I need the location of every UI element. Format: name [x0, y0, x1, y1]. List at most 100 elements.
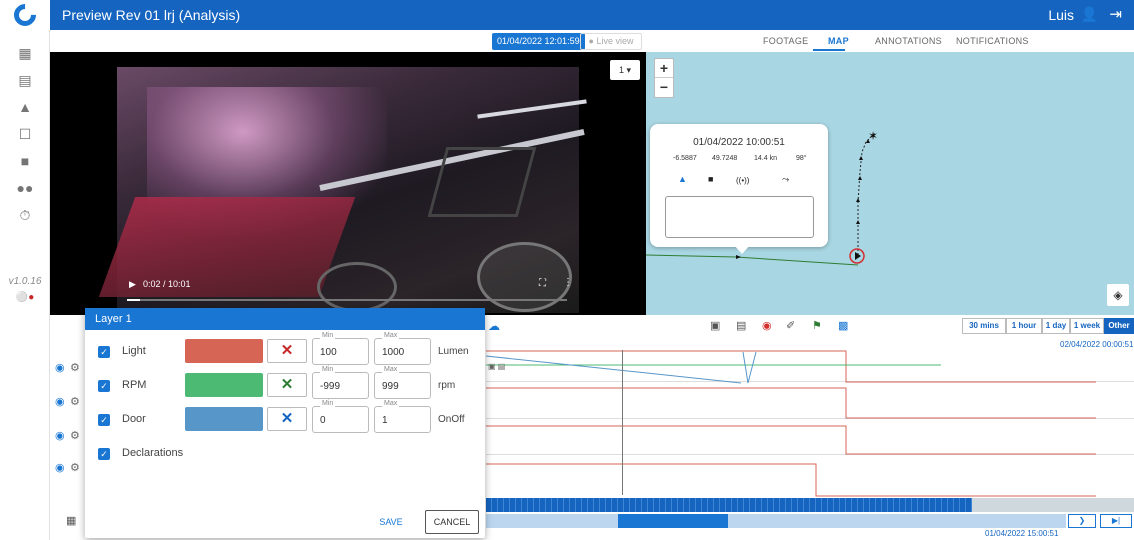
- user-icon[interactable]: 👤: [1081, 6, 1098, 23]
- chat-icon[interactable]: ▤: [0, 72, 50, 89]
- popup-longitude: 49.7248: [712, 155, 738, 162]
- close-icon: ✕: [280, 376, 294, 393]
- users-icon[interactable]: ●●: [0, 180, 50, 196]
- layers-icon[interactable]: ◈: [1107, 284, 1129, 306]
- fullscreen-icon[interactable]: ⛶: [539, 278, 546, 289]
- rpm-max-field[interactable]: Max 999: [374, 366, 431, 399]
- range-30-mins[interactable]: 30 mins: [962, 318, 1006, 334]
- timeline-chart[interactable]: ▣ ▤: [486, 338, 1134, 498]
- gear-icon[interactable]: ⚙: [70, 395, 80, 408]
- bell-icon[interactable]: ▲: [0, 99, 50, 115]
- bell-icon[interactable]: ▲: [678, 174, 687, 184]
- rpm-remove-button[interactable]: ✕: [267, 373, 307, 397]
- gear-icon[interactable]: ⚙: [70, 361, 80, 374]
- close-icon: ✕: [280, 410, 294, 427]
- eye-icon[interactable]: ◉: [55, 361, 65, 374]
- row2-signal: [486, 387, 1096, 419]
- tab-footage[interactable]: FOOTAGE: [763, 36, 808, 46]
- cloud-upload-icon[interactable]: ☁: [488, 319, 500, 333]
- popup-heading: 98°: [796, 155, 807, 162]
- sidebar: ▦ ▤ ▲ ☐ ■ ●● ⏱ v1.0.16 ⚪●: [0, 30, 50, 540]
- clipboard-icon[interactable]: ☐: [0, 126, 50, 143]
- eye-icon[interactable]: ◉: [55, 429, 65, 442]
- door-max-value: 1: [382, 415, 388, 426]
- gear-icon[interactable]: ⚙: [70, 429, 80, 442]
- door-checkbox[interactable]: ✓: [98, 414, 110, 426]
- timeline-scroll-thumb[interactable]: [618, 514, 728, 528]
- datetime-chip[interactable]: 01/04/2022 12:01:59: [492, 33, 585, 50]
- page-title: Preview Rev 01 lrj (Analysis): [62, 7, 241, 23]
- flag-icon[interactable]: ⚑: [812, 319, 822, 332]
- chevron-down-icon: ▾: [623, 65, 632, 75]
- rpm-max-label: Max: [382, 366, 400, 373]
- range-1-week[interactable]: 1 week: [1070, 318, 1104, 334]
- route-arrow: [859, 156, 863, 160]
- zoom-out-button[interactable]: −: [655, 78, 673, 97]
- light-remove-button[interactable]: ✕: [267, 339, 307, 363]
- range-1-hour[interactable]: 1 hour: [1006, 318, 1042, 334]
- pen-icon[interactable]: ✐: [786, 319, 795, 332]
- door-signal: [486, 355, 742, 384]
- door-remove-button[interactable]: ✕: [267, 407, 307, 431]
- close-icon: ✕: [280, 342, 294, 359]
- light-max-field[interactable]: Max 1000: [374, 332, 431, 365]
- declarations-checkbox[interactable]: ✓: [98, 448, 110, 460]
- logout-icon[interactable]: ⇥: [1109, 5, 1122, 23]
- light-max-label: Max: [382, 332, 400, 339]
- video-progress-bar[interactable]: [127, 299, 567, 301]
- tab-annotations[interactable]: ANNOTATIONS: [875, 36, 942, 46]
- file-add-icon[interactable]: ▩: [838, 319, 848, 332]
- camera-select[interactable]: 1 ▾: [610, 60, 640, 80]
- rpm-min-label: Min: [320, 366, 336, 373]
- rpm-checkbox[interactable]: ✓: [98, 380, 110, 392]
- pin-icon[interactable]: ◉: [762, 319, 772, 332]
- light-signal: [486, 350, 1096, 383]
- image-icon[interactable]: ▣: [710, 319, 720, 332]
- door-color-swatch[interactable]: [185, 407, 263, 431]
- tab-notifications[interactable]: NOTIFICATIONS: [956, 36, 1029, 46]
- play-icon[interactable]: ▶: [129, 279, 136, 290]
- timeline-scrollbar[interactable]: [486, 514, 1066, 528]
- video-player[interactable]: ▶ 0:02 / 10:01 ⛶ ⋮ 1 ▾: [50, 52, 646, 315]
- light-checkbox[interactable]: ✓: [98, 346, 110, 358]
- timeline-cursor[interactable]: [622, 350, 623, 495]
- dashboard-icon[interactable]: ▦: [0, 45, 50, 62]
- door-min-label: Min: [320, 400, 336, 407]
- range-other[interactable]: Other: [1104, 318, 1134, 334]
- route-end-marker: ✶: [868, 129, 878, 143]
- top-bar: Preview Rev 01 lrj (Analysis) Luis 👤 ⇥: [0, 0, 1134, 31]
- popup-note-field[interactable]: [665, 196, 814, 238]
- calendar-icon[interactable]: ▦: [66, 514, 76, 527]
- zoom-in-button[interactable]: +: [655, 59, 673, 78]
- eye-icon[interactable]: ◉: [55, 461, 65, 474]
- rpm-min-field[interactable]: Min -999: [312, 366, 369, 399]
- rpm-color-swatch[interactable]: [185, 373, 263, 397]
- user-name[interactable]: Luis: [1048, 7, 1074, 23]
- skip-to-end-button[interactable]: ▶|: [1100, 514, 1132, 528]
- cancel-button[interactable]: CANCEL: [425, 510, 479, 534]
- door-max-field[interactable]: Max 1: [374, 400, 431, 433]
- image-add-icon[interactable]: ▤: [736, 319, 746, 332]
- layer-settings-dialog: Layer 1 ✓ Light ✕ Min 100 Max 1000 Lumen ✓…: [85, 308, 485, 538]
- redo-icon[interactable]: ⤳: [782, 174, 789, 185]
- declarations-label: Declarations: [122, 447, 184, 459]
- light-min-field[interactable]: Min 100: [312, 332, 369, 365]
- map-view[interactable]: ✶ + − 01/04/2022 10:00:51 -6.5887 49.724…: [646, 52, 1134, 315]
- chevron-right-icon: ❯: [1078, 516, 1086, 525]
- note-icon[interactable]: ■: [708, 174, 713, 184]
- signal-icon[interactable]: ((•)): [736, 176, 749, 185]
- live-view-button[interactable]: ● Live view: [580, 33, 642, 50]
- save-button[interactable]: SAVE: [373, 512, 409, 532]
- timeline-coverage-bar[interactable]: [486, 498, 972, 512]
- next-button[interactable]: ❯: [1068, 514, 1096, 528]
- light-color-swatch[interactable]: [185, 339, 263, 363]
- tab-map[interactable]: MAP: [828, 36, 849, 46]
- eye-icon[interactable]: ◉: [55, 395, 65, 408]
- range-1-day[interactable]: 1 day: [1042, 318, 1070, 334]
- clock-icon[interactable]: ⏱: [0, 207, 50, 224]
- gear-icon[interactable]: ⚙: [70, 461, 80, 474]
- more-vert-icon[interactable]: ⋮: [563, 277, 573, 288]
- app-logo[interactable]: [0, 0, 50, 31]
- folder-icon[interactable]: ■: [0, 153, 50, 169]
- door-min-field[interactable]: Min 0: [312, 400, 369, 433]
